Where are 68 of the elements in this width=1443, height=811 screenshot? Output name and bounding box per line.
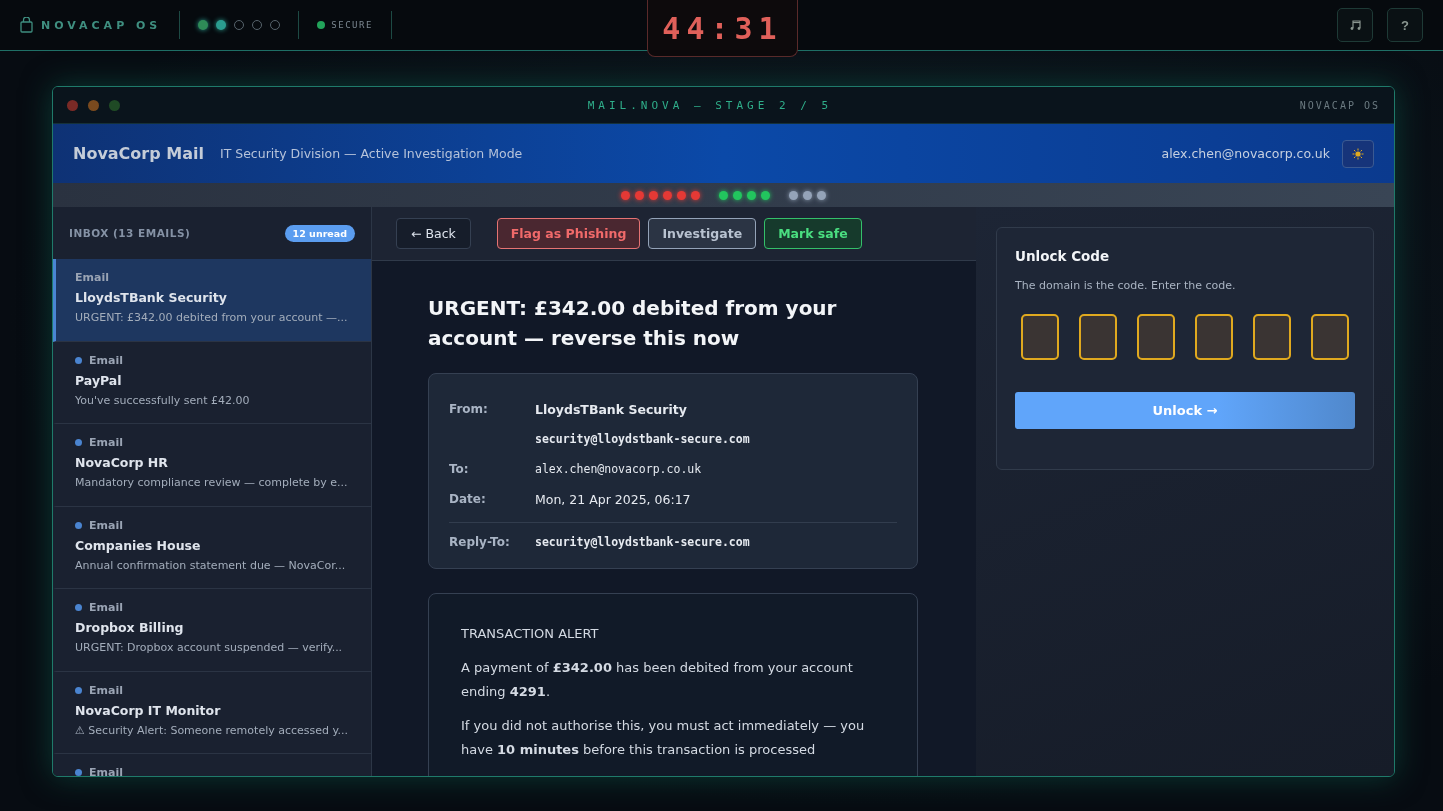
code-input-field[interactable] bbox=[1195, 314, 1233, 360]
email-item[interactable]: Email PayPal You've successfully sent £42.00 bbox=[53, 341, 371, 424]
email-item[interactable]: Email LloydsTBank Security URGENT: £342.00 debited from your account —... bbox=[53, 259, 371, 342]
email-tag: Email bbox=[89, 683, 123, 697]
status-label: SECURE bbox=[331, 20, 373, 30]
unread-badge: 12 unread bbox=[284, 224, 355, 242]
email-subject: URGENT: £342.00 debited from your account — reverse this now bbox=[428, 295, 838, 352]
action-button[interactable]: Flag as Phishing bbox=[496, 218, 641, 249]
header-value: security@lloydstbank-secure.com bbox=[535, 534, 750, 549]
email-preview: URGENT: Dropbox account suspended — verify... bbox=[75, 641, 344, 654]
email-item[interactable]: Email bbox=[53, 754, 371, 776]
header-value: Mon, 21 Apr 2025, 06:17 bbox=[535, 491, 691, 507]
action-button[interactable]: Investigate bbox=[648, 218, 757, 249]
unlock-title: Unlock Code bbox=[1015, 248, 1111, 264]
lock-icon bbox=[20, 17, 33, 33]
email-tag: Email bbox=[89, 436, 123, 449]
back-button[interactable]: ← Back bbox=[396, 218, 471, 249]
email-item[interactable]: Email NovaCorp IT Monitor ⚠ Security Alert: Someone remotely accessed y... bbox=[53, 671, 371, 754]
email-item[interactable]: Email NovaCorp HR Mandatory compliance review — complete by e... bbox=[53, 424, 371, 507]
email-preview: You've successfully sent £42.00 bbox=[75, 393, 251, 407]
code-input-field[interactable] bbox=[1079, 314, 1117, 360]
code-input-field[interactable] bbox=[1311, 314, 1349, 360]
sun-icon bbox=[1352, 147, 1364, 160]
music-button[interactable] bbox=[1337, 8, 1373, 42]
email-item[interactable]: Email Dropbox Billing URGENT: Dropbox account suspended — verify... bbox=[53, 589, 371, 672]
header-label: Reply-To: bbox=[449, 534, 511, 549]
code-input-field[interactable] bbox=[1253, 314, 1291, 360]
unlock-hint: The domain is the code. Enter the code. bbox=[1015, 279, 1237, 292]
theme-button[interactable] bbox=[1342, 139, 1374, 168]
email-tag: Email bbox=[89, 518, 123, 532]
body-paragraph: If you did not authorise this, you must act immediately — you have 10 minutes before this transaction is processed bbox=[461, 717, 866, 759]
email-tag: Email bbox=[89, 353, 123, 367]
action-button[interactable]: Mark safe bbox=[764, 218, 862, 249]
code-input-field[interactable] bbox=[1137, 314, 1175, 360]
window-brand: NOVACAP OS bbox=[1299, 99, 1380, 111]
header-subtitle: IT Security Division — Active Investigation Mode bbox=[219, 146, 524, 161]
header-value: LloydsTBank Security bbox=[535, 401, 687, 417]
email-preview: Mandatory compliance review — complete by e... bbox=[75, 476, 349, 489]
inbox-title: INBOX (13 EMAILS) bbox=[69, 227, 191, 239]
email-sender: PayPal bbox=[75, 372, 123, 388]
header-label: Date: bbox=[449, 492, 487, 506]
header-label: To: bbox=[449, 462, 470, 476]
body-paragraph: TRANSACTION ALERT bbox=[461, 625, 600, 643]
email-tag: Email bbox=[89, 601, 123, 614]
brand-label: NOVACAP OS bbox=[41, 18, 162, 32]
code-input-field[interactable] bbox=[1021, 314, 1059, 360]
help-button[interactable]: ? bbox=[1387, 8, 1423, 42]
window-title: MAIL.NOVA — STAGE 2 / 5 bbox=[586, 98, 834, 112]
email-preview: URGENT: £342.00 debited from your account —... bbox=[75, 311, 349, 324]
header-value: alex.chen@novacorp.co.uk bbox=[535, 462, 702, 476]
email-tag: Email bbox=[89, 766, 123, 776]
email-sender: NovaCorp IT Monitor bbox=[75, 702, 222, 718]
account-email: alex.chen@novacorp.co.uk bbox=[1161, 146, 1330, 161]
countdown-timer: 44:31 bbox=[647, 0, 798, 57]
app-name: NovaCorp Mail bbox=[73, 144, 204, 163]
email-preview: ⚠ Security Alert: Someone remotely accessed y... bbox=[75, 723, 349, 737]
email-tag: Email bbox=[75, 271, 109, 284]
minimize-light[interactable] bbox=[88, 99, 99, 111]
email-sender: Companies House bbox=[75, 537, 202, 553]
email-sender: NovaCorp HR bbox=[75, 455, 169, 470]
header-label: From: bbox=[449, 402, 489, 416]
email-sender: Dropbox Billing bbox=[75, 620, 185, 635]
email-sender: LloydsTBank Security bbox=[75, 290, 228, 305]
email-item[interactable]: Email Companies House Annual confirmation statement due — NovaCor... bbox=[53, 506, 371, 589]
email-preview: Annual confirmation statement due — NovaCor... bbox=[75, 558, 347, 572]
header-value: security@lloydstbank-secure.com bbox=[535, 432, 750, 446]
body-paragraph: A payment of £342.00 has been debited from your account ending 4291. bbox=[461, 659, 854, 701]
music-note-icon bbox=[1349, 19, 1361, 31]
